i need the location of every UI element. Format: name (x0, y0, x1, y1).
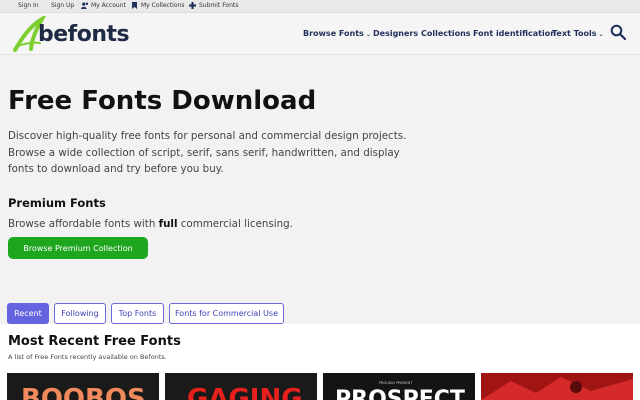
top-utility-bar: Sign In Sign Up My Account My Collection… (0, 0, 640, 13)
chevron-down-icon: ⌄ (598, 31, 604, 38)
nav-browse-fonts[interactable]: Browse Fonts ⌄ (303, 29, 371, 38)
site-header: befonts Browse Fonts ⌄ Designers Collecti… (0, 13, 640, 55)
chevron-down-icon: ⌄ (365, 31, 371, 38)
nav-designers[interactable]: Designers (373, 29, 418, 38)
my-account-link[interactable]: My Account (81, 2, 126, 9)
tab-fonts-for-commercial-use[interactable]: Fonts for Commercial Use (169, 303, 284, 324)
premium-fonts-description: Browse affordable fonts with full commer… (8, 218, 293, 230)
browse-premium-button[interactable]: Browse Premium Collection (8, 237, 148, 259)
nav-text-tools[interactable]: Text Tools ⌄ (552, 29, 604, 38)
my-collections-link[interactable]: My Collections (131, 2, 184, 9)
user-icon (81, 2, 88, 9)
svg-text:PROUDLY PRESENT: PROUDLY PRESENT (379, 381, 413, 385)
sign-in-link[interactable]: Sign In (18, 2, 39, 9)
bookmark-icon (132, 2, 137, 9)
font-preview-image: GAGING (165, 373, 317, 400)
svg-text:PROSPECT: PROSPECT (335, 387, 465, 400)
premium-fonts-heading: Premium Fonts (8, 196, 106, 210)
site-logo[interactable]: befonts (12, 16, 130, 54)
font-preview-image (481, 373, 633, 400)
font-thumbnail-3[interactable]: PROUDLY PRESENT PROSPECT (323, 373, 475, 400)
font-thumbnail-2[interactable]: GAGING (165, 373, 317, 400)
font-preview-image: PROUDLY PRESENT PROSPECT (323, 373, 475, 400)
sign-up-link[interactable]: Sign Up (51, 2, 74, 9)
tab-top-fonts[interactable]: Top Fonts (111, 303, 164, 324)
font-preview-image: BOOBOS (7, 373, 159, 400)
svg-text:BOOBOS: BOOBOS (21, 384, 146, 400)
page-title: Free Fonts Download (8, 86, 317, 116)
search-button[interactable] (610, 24, 627, 41)
logo-wordmark: befonts (38, 22, 130, 47)
recent-fonts-subtitle: A list of Free Fonts recently available … (8, 353, 167, 361)
tab-following[interactable]: Following (54, 303, 106, 324)
submit-fonts-link[interactable]: Submit Fonts (189, 2, 238, 9)
recent-fonts-heading: Most Recent Free Fonts (8, 334, 181, 349)
plus-icon (189, 2, 196, 9)
page-description: Discover high-quality free fonts for per… (8, 130, 407, 175)
search-icon (610, 24, 627, 41)
nav-collections[interactable]: Collections (421, 29, 471, 38)
font-thumbnail-1[interactable]: BOOBOS (7, 373, 159, 400)
nav-font-identification[interactable]: Font identification (473, 29, 556, 38)
svg-text:GAGING: GAGING (187, 384, 303, 400)
tab-recent[interactable]: Recent (7, 303, 49, 324)
font-thumbnail-4[interactable] (481, 373, 633, 400)
